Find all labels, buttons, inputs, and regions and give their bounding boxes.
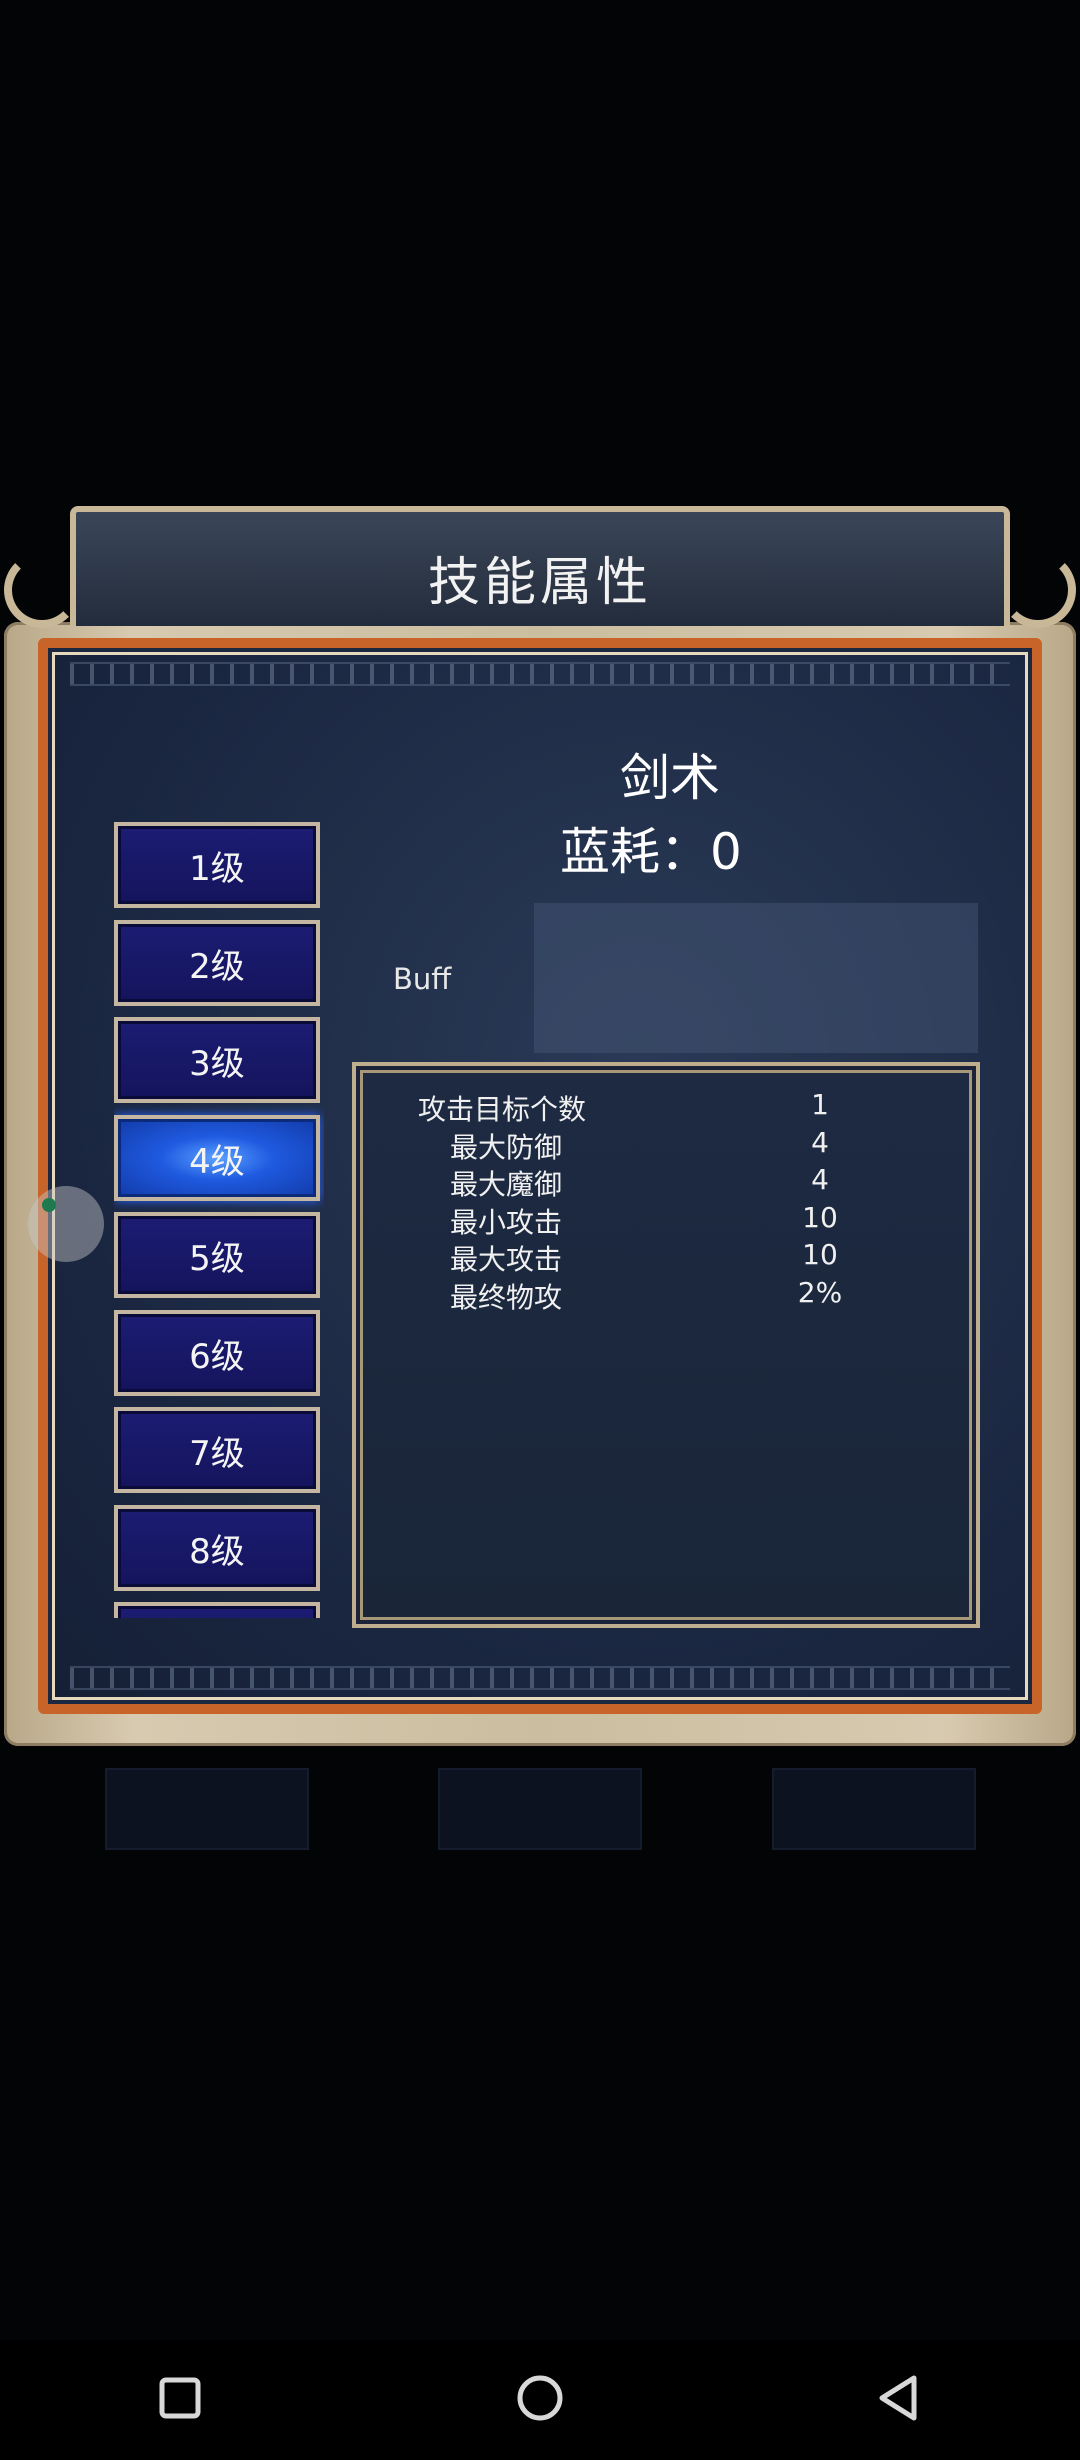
level-button-6[interactable]: 6级 [114, 1310, 320, 1396]
attribute-name: 最大防御 [449, 1131, 562, 1164]
attribute-row: 最大防御 [356, 1126, 562, 1164]
game-screen: 技能属性 剑术 蓝耗：0 1级 2级 3级 4级 5级 6级 7级 8级 Buf… [0, 0, 1080, 2460]
attribute-value-cell: 1 [780, 1088, 860, 1124]
attribute-name: 攻击目标个数 [417, 1093, 586, 1126]
background-button-left [105, 1768, 309, 1850]
attribute-value: 10 [802, 1238, 838, 1271]
mana-cost-value: 0 [710, 823, 742, 881]
attribute-value-cell: 10 [780, 1201, 860, 1237]
attribute-row: 攻击目标个数 [356, 1088, 586, 1126]
attribute-value: 2% [797, 1276, 843, 1309]
attribute-value-cell: 4 [780, 1163, 860, 1199]
mana-cost-label: 蓝耗： [560, 823, 710, 881]
buff-slot [534, 903, 978, 1053]
level-button-3[interactable]: 3级 [114, 1017, 320, 1103]
attribute-value: 1 [811, 1088, 829, 1121]
attribute-value-cell: 10 [780, 1238, 860, 1274]
attribute-name: 最终物攻 [449, 1281, 562, 1314]
home-icon[interactable] [508, 2366, 572, 2430]
ornament-border-top [70, 662, 1010, 686]
level-button-2[interactable]: 2级 [114, 920, 320, 1006]
attribute-row: 最大攻击 [356, 1238, 562, 1276]
level-button-1[interactable]: 1级 [114, 822, 320, 908]
attribute-row: 最小攻击 [356, 1201, 562, 1239]
attribute-value: 4 [811, 1163, 829, 1196]
background-button-center [438, 1768, 642, 1850]
floating-assist-ball[interactable] [28, 1186, 104, 1262]
level-button-9-partial[interactable] [114, 1602, 320, 1618]
attribute-row: 最大魔御 [356, 1163, 562, 1201]
skill-name: 剑术 [620, 749, 720, 807]
mana-cost: 蓝耗：0 [560, 812, 742, 884]
attribute-name: 最大攻击 [449, 1243, 562, 1276]
attribute-name: 最大魔御 [449, 1168, 562, 1201]
level-list[interactable]: 1级 2级 3级 4级 5级 6级 7级 8级 [114, 820, 324, 1618]
status-dot-icon [42, 1198, 56, 1212]
navigation-bar [0, 2340, 1080, 2460]
attribute-value-cell: 4 [780, 1126, 860, 1162]
attribute-panel: 攻击目标个数 最大防御 最大魔御 最小攻击 最大攻击 最终物攻 1 4 4 10 [352, 1062, 980, 1628]
background-button-right [772, 1768, 976, 1850]
recent-apps-icon[interactable] [148, 2366, 212, 2430]
attribute-value-cell: 2% [780, 1276, 860, 1312]
attribute-name: 最小攻击 [449, 1206, 562, 1239]
level-button-4[interactable]: 4级 [114, 1115, 320, 1201]
level-button-7[interactable]: 7级 [114, 1407, 320, 1493]
level-button-5[interactable]: 5级 [114, 1212, 320, 1298]
ornament-border-bottom [70, 1666, 1010, 1690]
buff-label: Buff [393, 962, 452, 996]
dialog-title: 技能属性 [427, 553, 652, 613]
attribute-value: 10 [802, 1201, 838, 1234]
attribute-row: 最终物攻 [356, 1276, 562, 1314]
back-icon[interactable] [868, 2366, 932, 2430]
attribute-value: 4 [811, 1126, 829, 1159]
level-button-8[interactable]: 8级 [114, 1505, 320, 1591]
dialog-title-plate: 技能属性 [4, 506, 1076, 628]
